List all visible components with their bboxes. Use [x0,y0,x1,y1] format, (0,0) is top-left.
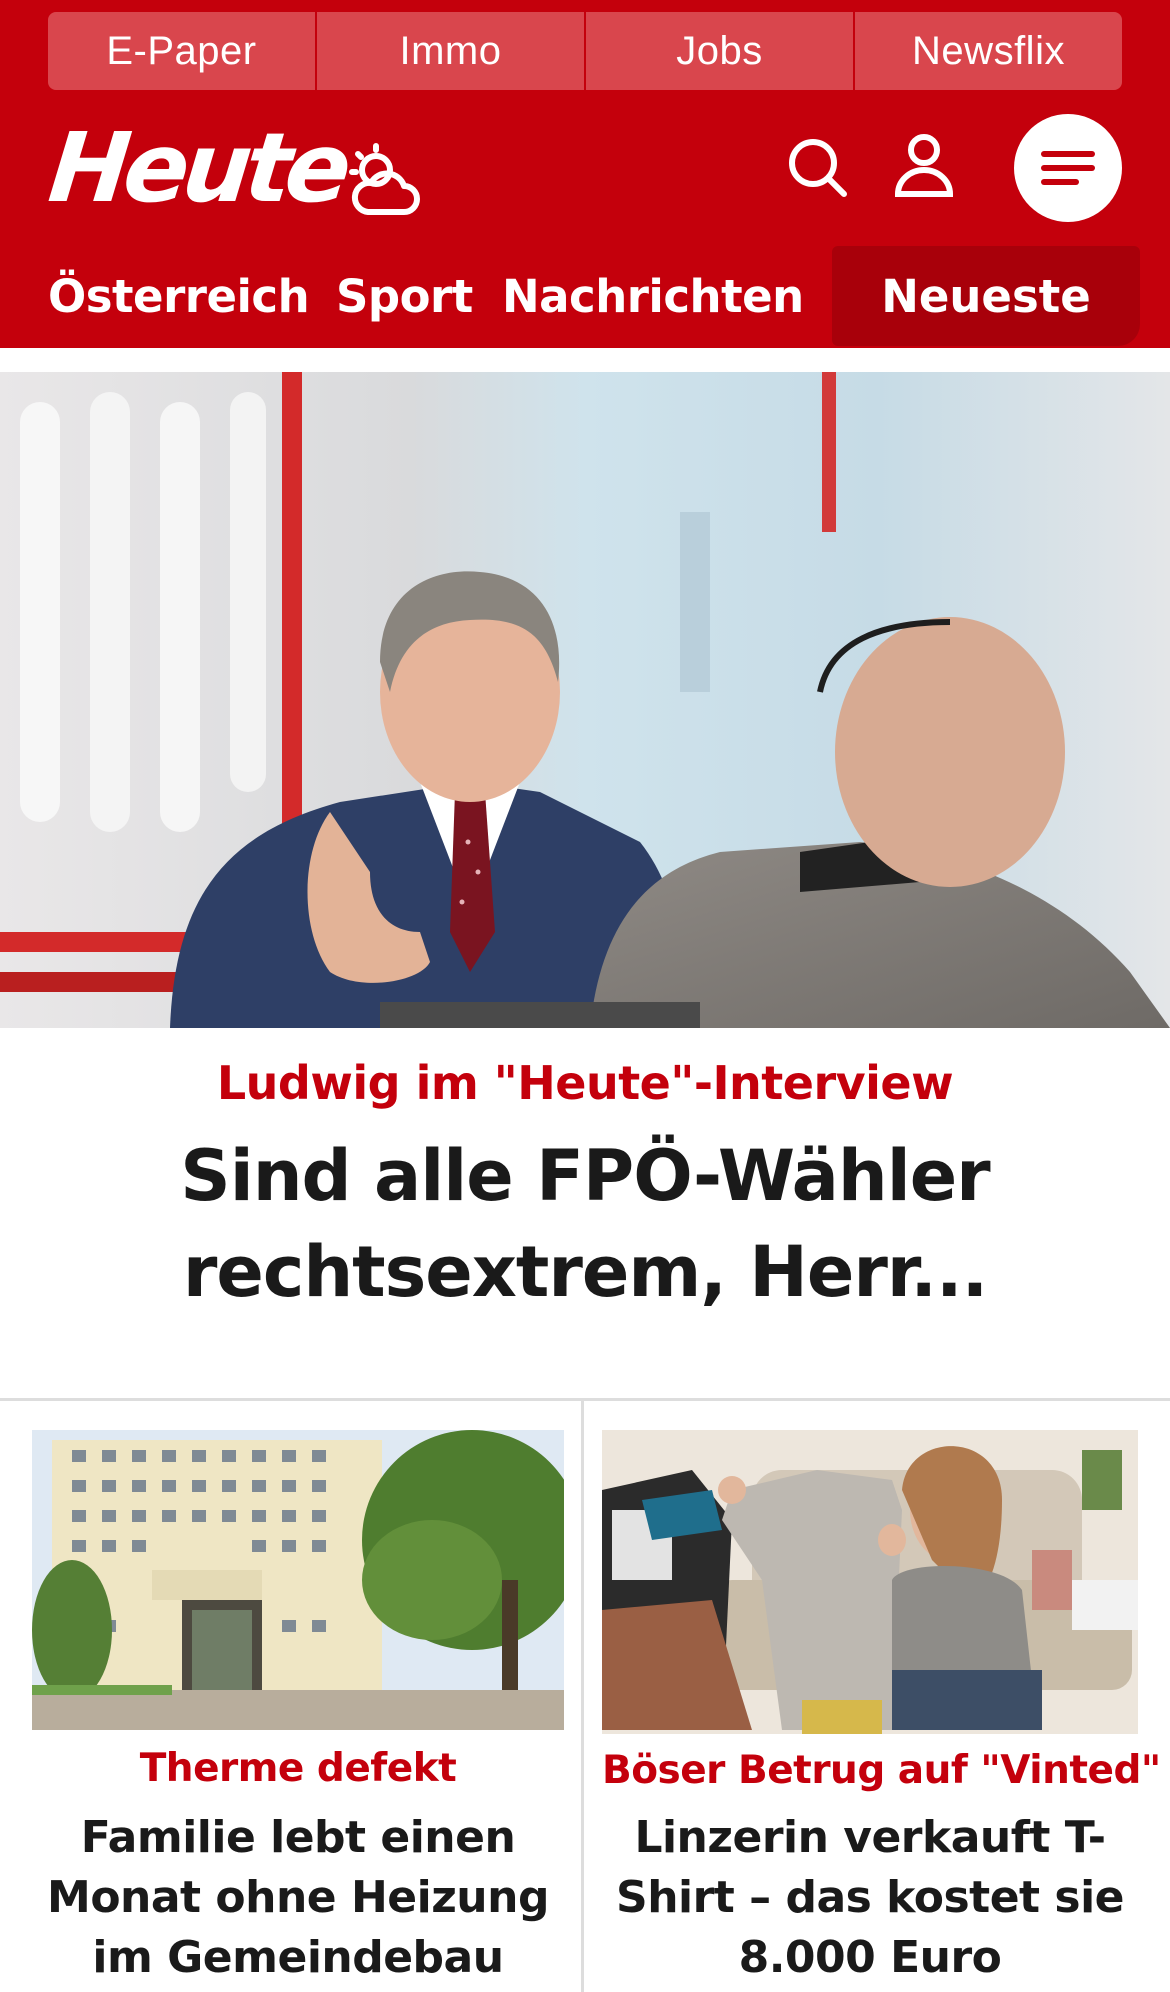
user-icon[interactable] [892,132,956,202]
section-divider [0,1398,1170,1401]
search-icon[interactable] [786,136,850,200]
service-link-immo[interactable]: Immo [317,12,586,90]
teaser-image-vinted[interactable] [602,1430,1138,1734]
hero-kicker[interactable]: Ludwig im "Heute"-Interview [0,1056,1170,1110]
category-sport[interactable]: Sport [336,270,473,323]
column-divider [581,1401,584,1992]
weather-icon[interactable] [346,142,422,222]
category-nachrichten[interactable]: Nachrichten [502,270,804,323]
category-oesterreich[interactable]: Österreich [48,270,310,323]
service-nav: E-Paper Immo Jobs Newsflix [48,12,1122,90]
teaser-kicker-vinted[interactable]: Böser Betrug auf "Vinted" [602,1748,1161,1793]
teaser-image-gemeindebau[interactable] [32,1430,564,1730]
category-nav: Österreich Sport Nachrichten Neueste [0,246,1170,348]
service-link-jobs[interactable]: Jobs [586,12,855,90]
hero-headline[interactable]: Sind alle FPÖ-Wähler rechtsextrem, Herr.… [100,1128,1070,1320]
site-logo[interactable]: Heute [44,112,351,224]
teaser-headline-vinted[interactable]: Linzerin verkauft T-Shirt – das kostet s… [604,1808,1136,1988]
category-neueste[interactable]: Neueste [832,246,1140,346]
service-link-newsflix[interactable]: Newsflix [855,12,1122,90]
service-link-epaper[interactable]: E-Paper [48,12,317,90]
site-header: E-Paper Immo Jobs Newsflix Heute Österre… [0,0,1170,348]
teaser-headline-gemeindebau[interactable]: Familie lebt einen Monat ohne Heizung im… [24,1808,572,1988]
hamburger-menu-icon [1041,151,1095,185]
hero-article-image[interactable] [0,372,1170,1028]
teaser-kicker-therme[interactable]: Therme defekt [32,1746,564,1791]
menu-button[interactable] [1014,114,1122,222]
